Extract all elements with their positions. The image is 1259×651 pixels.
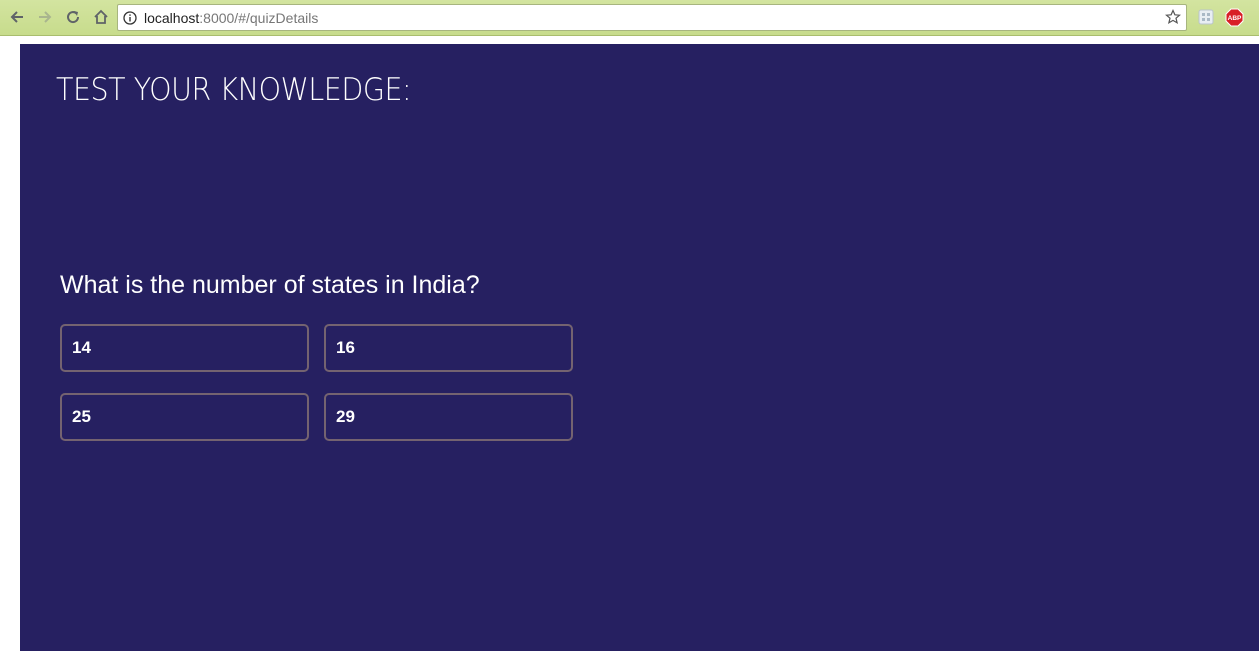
browser-toolbar: localhost:8000/#/quizDetails ABP <box>0 0 1259 36</box>
option-button[interactable]: 29 <box>324 393 573 441</box>
option-button[interactable]: 25 <box>60 393 309 441</box>
page-margin <box>0 37 20 651</box>
quiz-title: TEST YOUR KNOWLEDGE: <box>56 72 412 108</box>
option-button[interactable]: 16 <box>324 324 573 372</box>
url-path: :8000/#/quizDetails <box>199 10 319 26</box>
info-icon[interactable] <box>123 11 137 25</box>
page-margin-top <box>20 37 1259 44</box>
home-icon[interactable] <box>90 6 112 28</box>
back-icon[interactable] <box>6 6 28 28</box>
option-button[interactable]: 14 <box>60 324 309 372</box>
adblock-label: ABP <box>1228 15 1242 22</box>
extension-icon[interactable] <box>1198 9 1214 25</box>
star-icon[interactable] <box>1165 9 1181 25</box>
quiz-panel: TEST YOUR KNOWLEDGE: What is the number … <box>20 44 1259 651</box>
question-text: What is the number of states in India? <box>60 271 480 299</box>
reload-icon[interactable] <box>62 6 84 28</box>
forward-icon[interactable] <box>34 6 56 28</box>
address-bar[interactable]: localhost:8000/#/quizDetails <box>117 4 1187 31</box>
url-host: localhost <box>144 10 200 26</box>
adblock-icon[interactable]: ABP <box>1225 8 1244 27</box>
url-text[interactable]: localhost:8000/#/quizDetails <box>144 10 318 26</box>
